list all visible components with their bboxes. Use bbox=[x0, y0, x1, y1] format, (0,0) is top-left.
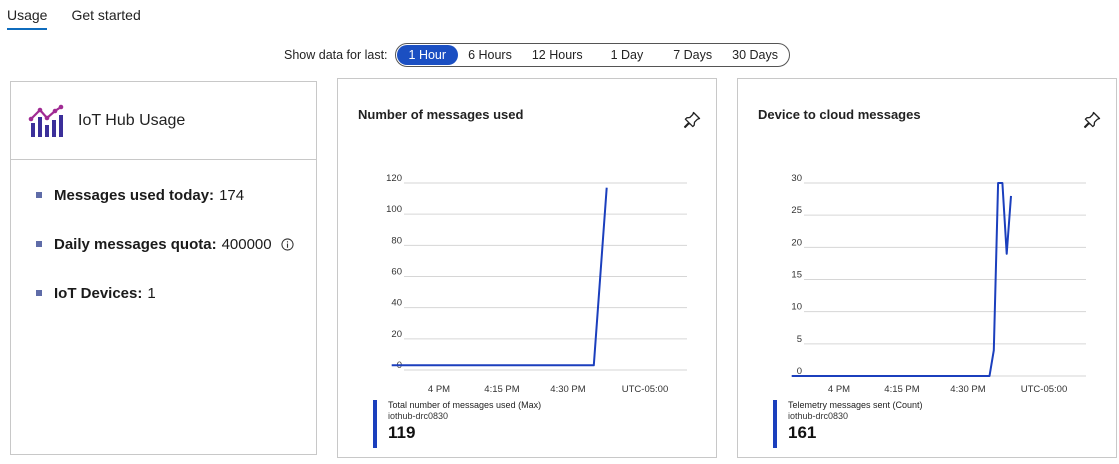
stat-value: 1 bbox=[147, 284, 156, 302]
legend-metric-name: Total number of messages used (Max) bbox=[388, 400, 542, 410]
usage-stats-list: Messages used today: 174 Daily messages … bbox=[11, 160, 316, 304]
y-tick-label: 80 bbox=[391, 235, 402, 246]
iot-hub-chart-icon bbox=[28, 104, 64, 137]
time-range-selector: Show data for last: 1 Hour 6 Hours 12 Ho… bbox=[284, 43, 790, 67]
tab-bar: Usage Get started bbox=[0, 0, 158, 36]
usage-card-header: IoT Hub Usage bbox=[11, 82, 316, 160]
y-tick-label: 10 bbox=[791, 302, 802, 313]
tab-get-started[interactable]: Get started bbox=[71, 0, 140, 36]
messages-used-plot: 0204060801001204 PM 4:15 PM 4:30 PM UTC-05:… bbox=[386, 173, 687, 395]
stat-daily-messages-quota: Daily messages quota: 400000 bbox=[36, 233, 316, 255]
bullet-marker bbox=[36, 290, 42, 296]
chart-legend: Telemetry messages sent (Count) iothub-d… bbox=[773, 400, 923, 448]
stat-value: 400000 bbox=[221, 235, 272, 253]
y-tick-label: 120 bbox=[386, 173, 402, 184]
stat-label: Messages used today: bbox=[54, 186, 215, 204]
device-to-cloud-chart-card[interactable]: Device to cloud messages 0 5 10 15 20 25 30 4 P… bbox=[737, 78, 1117, 458]
y-tick-label: 30 bbox=[791, 173, 802, 184]
stat-label: IoT Devices: bbox=[54, 284, 143, 302]
chart-legend: Total number of messages used (Max) ioth… bbox=[373, 400, 541, 448]
y-tick-label: 40 bbox=[391, 298, 402, 309]
range-option-30-days[interactable]: 30 Days bbox=[722, 45, 788, 65]
usage-card-title: IoT Hub Usage bbox=[78, 111, 186, 129]
x-tick-label: 4:15 PM bbox=[884, 384, 919, 395]
x-tick-label: 4:15 PM bbox=[484, 384, 519, 395]
range-option-7-days[interactable]: 7 Days bbox=[661, 45, 722, 65]
x-tick-label: 4 PM bbox=[428, 384, 450, 395]
range-option-12-hours[interactable]: 12 Hours bbox=[522, 45, 593, 65]
legend-value: 161 bbox=[788, 423, 817, 442]
iot-hub-usage-card: IoT Hub Usage Messages used today: 174 D… bbox=[10, 81, 317, 455]
x-tick-label: UTC-05:00 bbox=[622, 384, 668, 395]
y-tick-label: 20 bbox=[791, 237, 802, 248]
stat-messages-used-today: Messages used today: 174 bbox=[36, 184, 316, 206]
time-range-label: Show data for last: bbox=[284, 48, 388, 62]
x-tick-label: 4:30 PM bbox=[950, 384, 985, 395]
stat-iot-devices: IoT Devices: 1 bbox=[36, 282, 316, 304]
x-tick-label: 4:30 PM bbox=[550, 384, 585, 395]
y-tick-label: 25 bbox=[791, 205, 802, 216]
legend-resource-name: iothub-drc0830 bbox=[388, 411, 449, 421]
legend-metric-name: Telemetry messages sent (Count) bbox=[788, 400, 923, 410]
range-option-6-hours[interactable]: 6 Hours bbox=[458, 45, 522, 65]
range-option-1-day[interactable]: 1 Day bbox=[593, 45, 662, 65]
range-option-1-hour[interactable]: 1 Hour bbox=[396, 45, 459, 65]
time-range-pills: 1 Hour 6 Hours 12 Hours 1 Day 7 Days 30 … bbox=[394, 43, 790, 67]
stat-value: 174 bbox=[219, 186, 245, 204]
y-tick-label: 15 bbox=[791, 270, 802, 281]
x-tick-label: UTC-05:00 bbox=[1021, 384, 1067, 395]
bullet-marker bbox=[36, 192, 42, 198]
tab-usage[interactable]: Usage bbox=[7, 0, 48, 36]
legend-resource-name: iothub-drc0830 bbox=[788, 411, 849, 421]
y-tick-label: 20 bbox=[391, 329, 402, 340]
info-icon[interactable] bbox=[281, 237, 294, 251]
y-tick-label: 100 bbox=[386, 204, 402, 215]
bullet-marker bbox=[36, 241, 42, 247]
stat-label: Daily messages quota: bbox=[54, 235, 217, 253]
device-to-cloud-plot: 0510152025304 PM 4:15 PM 4:30 PM UTC-05:00 bbox=[791, 173, 1086, 395]
y-tick-label: 60 bbox=[391, 267, 402, 278]
x-tick-label: 4 PM bbox=[828, 384, 850, 395]
messages-used-chart-card[interactable]: Number of messages used 0 20 40 60 80 100 120 4… bbox=[337, 78, 717, 458]
y-tick-label: 5 bbox=[797, 334, 802, 345]
legend-value: 119 bbox=[388, 423, 416, 442]
